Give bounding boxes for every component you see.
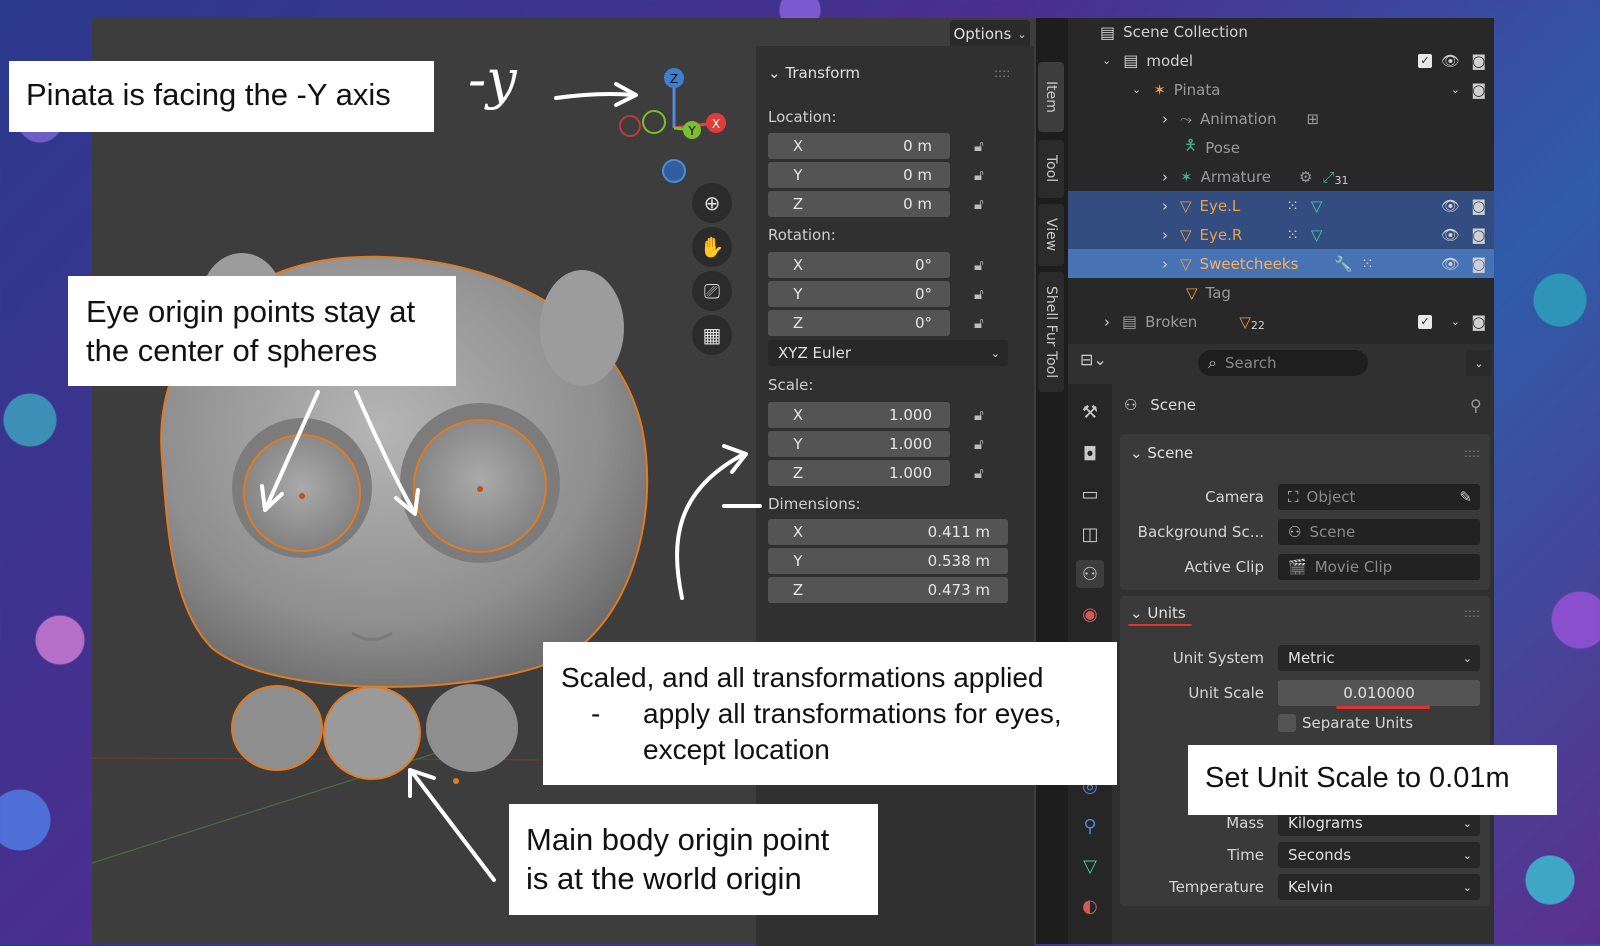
annotation-arrows [260,82,762,882]
